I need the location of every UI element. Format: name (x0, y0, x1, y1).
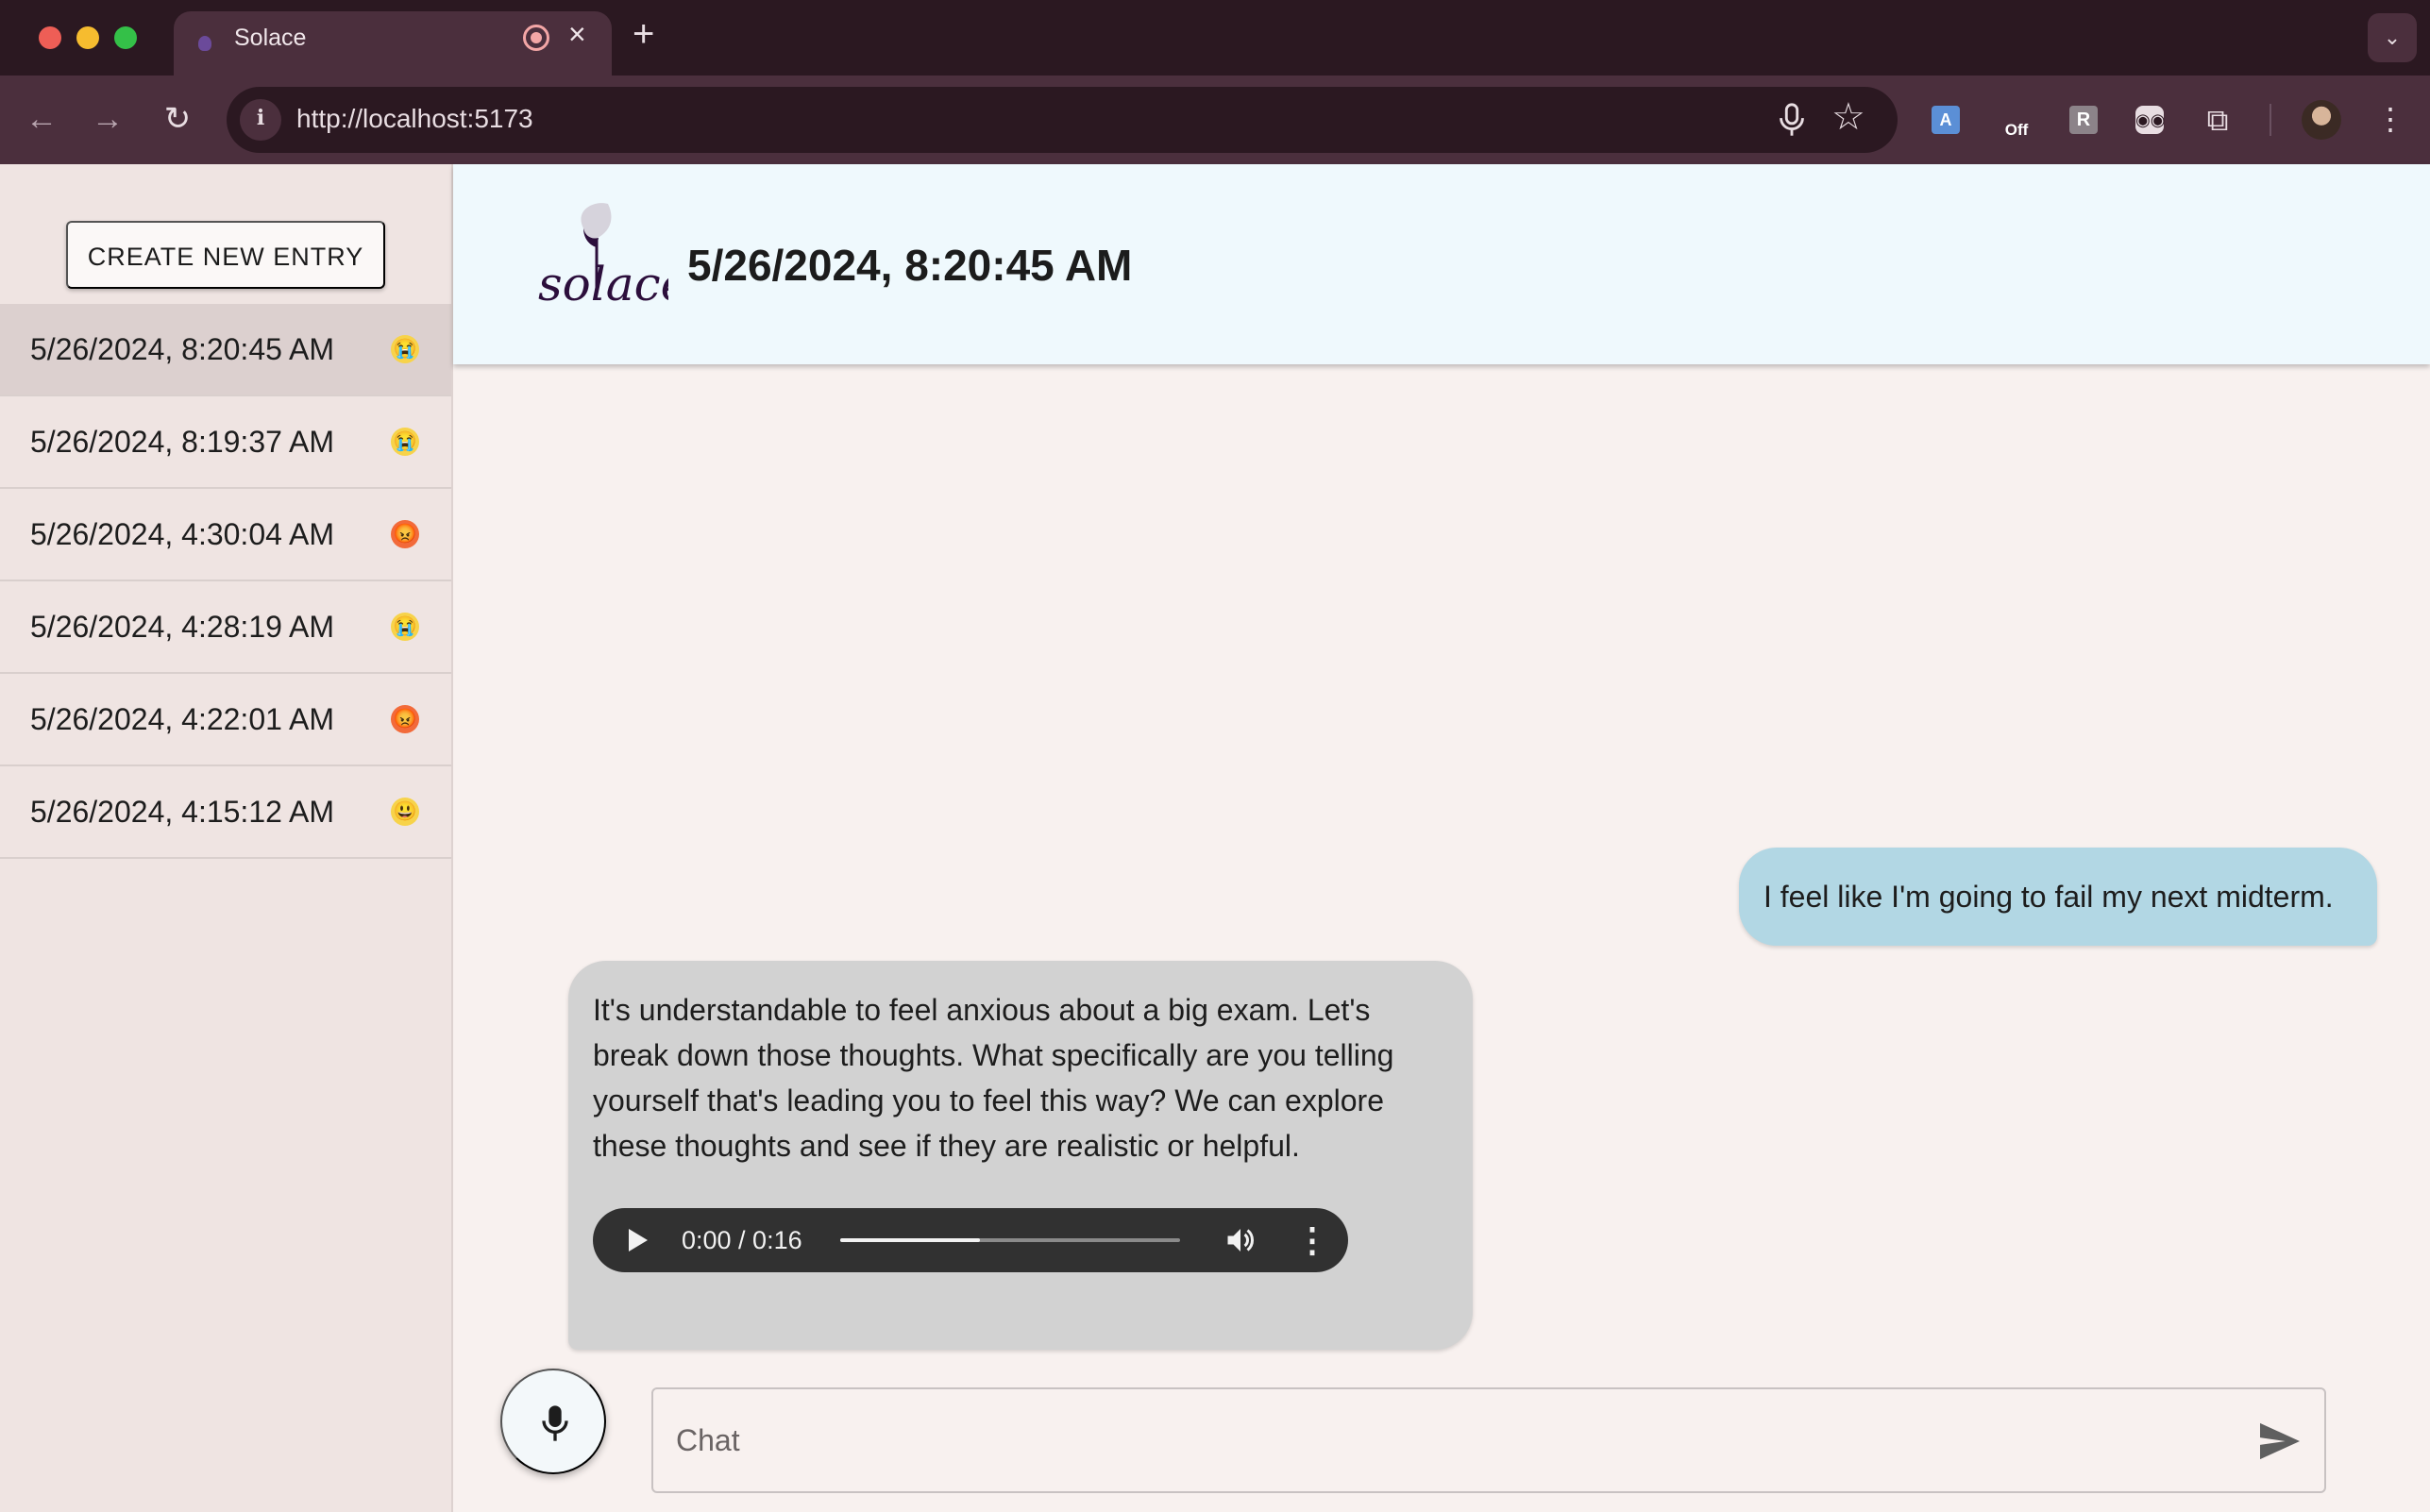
assistant-message-text: It's understandable to feel anxious abou… (593, 993, 1394, 1163)
assistant-message-bubble: It's understandable to feel anxious abou… (568, 961, 1473, 1350)
send-icon[interactable] (2258, 1421, 2302, 1461)
solace-logo: solace (538, 203, 668, 311)
back-icon[interactable]: ← (17, 94, 66, 143)
angry-emoji-icon: 😡 (391, 705, 419, 733)
entry-date: 5/26/2024, 4:28:19 AM (30, 610, 335, 644)
angry-emoji-icon: 😡 (391, 520, 419, 548)
entry-item[interactable]: 5/26/2024, 8:20:45 AM 😭 (0, 304, 451, 396)
site-info-icon[interactable] (240, 99, 281, 141)
solace-app: CREATE NEW ENTRY 5/26/2024, 8:20:45 AM 😭 5… (0, 164, 2430, 1512)
voice-search-icon[interactable] (1775, 102, 1809, 140)
crying-emoji-icon: 😭 (391, 335, 419, 363)
microphone-icon (542, 1405, 568, 1441)
audio-buffered-fill (840, 1238, 980, 1242)
maximize-window-button[interactable] (114, 26, 137, 49)
chat-input-container (651, 1387, 2326, 1493)
user-message-bubble: I feel like I'm going to fail my next mi… (1739, 848, 2377, 946)
entry-list: 5/26/2024, 8:20:45 AM 😭 5/26/2024, 8:19:37… (0, 304, 451, 859)
audio-time: 0:00 / 0:16 (682, 1226, 802, 1254)
minimize-window-button[interactable] (76, 26, 99, 49)
favicon-icon (198, 36, 211, 51)
url-text[interactable]: http://localhost:5173 (296, 104, 533, 134)
toolbar-divider (2270, 104, 2271, 136)
entry-title: 5/26/2024, 8:20:45 AM (687, 241, 1133, 290)
profile-avatar[interactable] (2302, 100, 2341, 140)
entry-date: 5/26/2024, 8:19:37 AM (30, 425, 335, 459)
entry-item[interactable]: 5/26/2024, 4:28:19 AM 😭 (0, 581, 451, 674)
crying-emoji-icon: 😭 (391, 428, 419, 456)
entry-item[interactable]: 5/26/2024, 4:22:01 AM 😡 (0, 674, 451, 766)
close-tab-icon[interactable]: × (568, 19, 586, 49)
extension-r-icon[interactable]: R (2069, 106, 2098, 134)
play-icon[interactable] (629, 1229, 648, 1252)
entry-date: 5/26/2024, 4:22:01 AM (30, 702, 335, 736)
tab-title: Solace (234, 25, 307, 51)
browser-toolbar: ← → ↻ http://localhost:5173 ☆ A Off R ◉◉… (0, 76, 2430, 164)
entry-date: 5/26/2024, 4:15:12 AM (30, 795, 335, 829)
forward-icon[interactable]: → (83, 94, 132, 143)
extension-a-icon[interactable]: A (1932, 106, 1960, 134)
close-window-button[interactable] (39, 26, 61, 49)
entry-item[interactable]: 5/26/2024, 8:19:37 AM 😭 (0, 396, 451, 489)
logo-text: solace (538, 257, 668, 311)
recording-icon[interactable] (523, 25, 549, 51)
audio-player: 0:00 / 0:16 ⋮ (593, 1208, 1348, 1272)
browser-tab-strip: Solace × + ⌄ (0, 0, 2430, 76)
extensions-puzzle-icon[interactable]: ⧉ (2203, 105, 2232, 135)
audio-more-options-icon[interactable]: ⋮ (1295, 1216, 1329, 1265)
entry-date: 5/26/2024, 4:30:04 AM (30, 517, 335, 551)
entry-date: 5/26/2024, 8:20:45 AM (30, 332, 335, 366)
tab-search-button[interactable]: ⌄ (2368, 13, 2417, 62)
sidebar: CREATE NEW ENTRY 5/26/2024, 8:20:45 AM 😭 5… (0, 164, 453, 1512)
entry-item[interactable]: 5/26/2024, 4:30:04 AM 😡 (0, 489, 451, 581)
extension-off-icon[interactable]: Off (1998, 104, 2035, 140)
extension-glasses-icon[interactable]: ◉◉ (2135, 106, 2165, 134)
bookmark-star-icon[interactable]: ☆ (1831, 98, 1865, 136)
voice-record-button[interactable] (500, 1369, 606, 1474)
new-tab-button[interactable]: + (633, 15, 654, 53)
create-new-entry-button[interactable]: CREATE NEW ENTRY (66, 221, 385, 289)
volume-icon[interactable] (1223, 1223, 1257, 1257)
chat-input[interactable] (676, 1414, 2224, 1467)
browser-menu-icon[interactable]: ⋮ (2375, 94, 2405, 143)
reload-icon[interactable]: ↻ (153, 94, 202, 143)
smile-emoji-icon: 😃 (391, 798, 419, 826)
entry-header: solace 5/26/2024, 8:20:45 AM (453, 164, 2430, 364)
user-message-text: I feel like I'm going to fail my next mi… (1763, 880, 2334, 914)
entry-item[interactable]: 5/26/2024, 4:15:12 AM 😃 (0, 766, 451, 859)
audio-progress-track[interactable] (840, 1238, 1180, 1242)
address-bar[interactable]: http://localhost:5173 ☆ (227, 87, 1898, 153)
browser-tab[interactable]: Solace × (174, 11, 612, 76)
crying-emoji-icon: 😭 (391, 613, 419, 641)
